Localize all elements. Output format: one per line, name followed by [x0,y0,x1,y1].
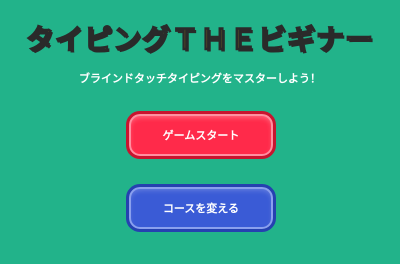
change-course-button-label: コースを変える [162,202,240,215]
game-subtitle: ブラインドタッチタイピングをマスターしよう！ [79,72,321,85]
change-course-button[interactable]: コースを変える [126,184,276,232]
game-title: タイピングＴＨＥビギナー [25,22,374,57]
game-start-button[interactable]: ゲームスタート [126,111,276,159]
game-start-button-label: ゲームスタート [162,129,240,142]
